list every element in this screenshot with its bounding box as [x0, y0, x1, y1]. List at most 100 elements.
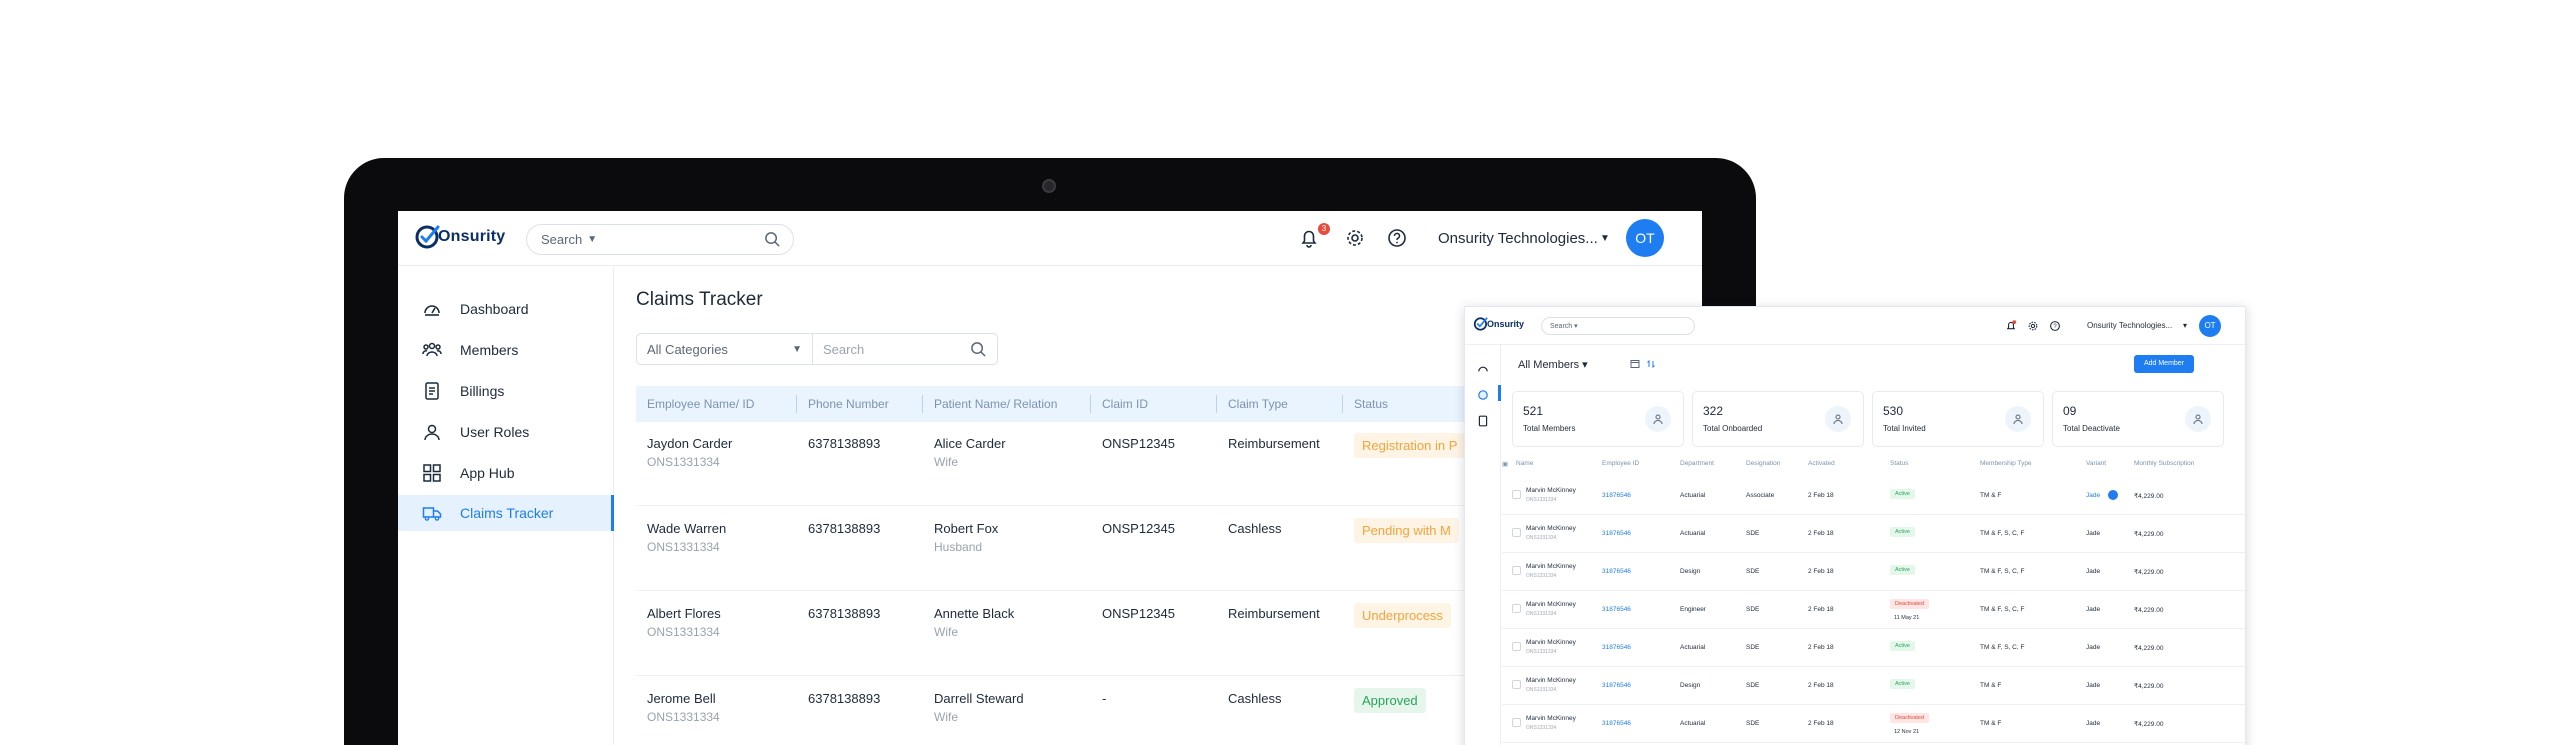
variant: Jade: [2086, 568, 2101, 575]
variant: Jade: [2086, 720, 2101, 727]
sidebar-item-app-hub[interactable]: App Hub: [398, 455, 614, 491]
member-sub-id: ONS1331334: [1526, 611, 1557, 617]
variant[interactable]: Jade: [2086, 492, 2100, 499]
table-row[interactable]: Marvin McKinney ONS1331334 31876546 Engi…: [1502, 591, 2245, 629]
column-header[interactable]: Variant: [2086, 460, 2106, 467]
column-header[interactable]: Employee Name/ ID: [647, 397, 754, 411]
employee-id-link[interactable]: 31876546: [1602, 568, 1631, 575]
department: Design: [1680, 568, 1701, 575]
stat-card[interactable]: 521 Total Members: [1512, 391, 1684, 447]
table-row[interactable]: Marvin McKinney ONS1331334 31876546 Desi…: [1502, 667, 2245, 705]
category-select[interactable]: All Categories ▼: [637, 334, 813, 364]
help-icon[interactable]: ?: [2049, 320, 2061, 332]
search-scope-label[interactable]: Search: [541, 232, 582, 247]
column-header[interactable]: Designation: [1746, 460, 1780, 467]
row-checkbox[interactable]: [1512, 718, 1521, 727]
employee-id: ONS1331334: [647, 540, 720, 554]
chevron-down-icon[interactable]: ▼: [1600, 233, 1610, 244]
column-header[interactable]: Claim Type: [1228, 397, 1288, 411]
chevron-down-icon: ▼: [792, 343, 802, 355]
column-header[interactable]: Patient Name/ Relation: [934, 397, 1057, 411]
category-select-value: All Categories: [647, 341, 728, 357]
table-row[interactable]: Marvin McKinney ONS1331334 31876546 Actu…: [1502, 705, 2245, 743]
sidebar-item-dashboard[interactable]: Dashboard: [398, 291, 614, 327]
sidebar-item-claims-tracker[interactable]: Claims Tracker: [398, 495, 614, 531]
billings-icon[interactable]: [1477, 415, 1489, 427]
activated-date: 2 Feb 18: [1808, 644, 1834, 651]
stat-card[interactable]: 09 Total Deactivate: [2052, 391, 2224, 447]
row-checkbox[interactable]: [1512, 566, 1521, 575]
monthly-subscription: ₹4,229.00: [2134, 683, 2164, 690]
calendar-icon[interactable]: [1630, 359, 1640, 369]
column-header[interactable]: Membership Type: [1980, 460, 2032, 467]
gear-icon[interactable]: [2027, 320, 2039, 332]
member-name: Marvin McKinney: [1526, 601, 1576, 608]
chevron-down-icon[interactable]: ▾: [2183, 321, 2187, 330]
table-row[interactable]: Marvin McKinney ONS1331334 31876546 Actu…: [1502, 477, 2245, 515]
employee-id-link[interactable]: 31876546: [1602, 682, 1631, 689]
column-header[interactable]: Status: [1890, 460, 1908, 467]
sidebar-item-members[interactable]: Members: [398, 332, 614, 368]
column-header[interactable]: Department: [1680, 460, 1714, 467]
table-row[interactable]: Marvin McKinney ONS1331334 31876546 Desi…: [1502, 553, 2245, 591]
stat-value: 530: [1883, 404, 1904, 418]
employee-id-link[interactable]: 31876546: [1602, 644, 1631, 651]
claims-search-input[interactable]: Search: [813, 334, 997, 364]
company-switcher[interactable]: Onsurity Technologies...: [1438, 230, 1598, 247]
stat-card[interactable]: 530 Total Invited: [1872, 391, 2044, 447]
row-checkbox[interactable]: [1512, 642, 1521, 651]
row-checkbox[interactable]: [1512, 604, 1521, 613]
company-switcher[interactable]: Onsurity Technologies...: [2087, 321, 2172, 330]
employee-id-link[interactable]: 31876546: [1602, 606, 1631, 613]
members-window: Onsurity Search ▾ ? Onsurity Technologie…: [1464, 306, 2246, 745]
column-header[interactable]: Claim ID: [1102, 397, 1148, 411]
search-icon[interactable]: [764, 231, 781, 248]
patient-name: Darrell Steward: [934, 691, 1024, 706]
column-header[interactable]: Monthly Subscription: [2134, 460, 2194, 467]
variant: Jade: [2086, 682, 2101, 689]
department: Actuarial: [1680, 720, 1706, 727]
members-filter-select[interactable]: All Members ▾: [1518, 358, 1588, 371]
stat-card[interactable]: 322 Total Onboarded: [1692, 391, 1864, 447]
row-checkbox[interactable]: [1512, 528, 1521, 537]
row-checkbox[interactable]: [1512, 680, 1521, 689]
brand-logo[interactable]: Onsurity: [1473, 316, 1524, 332]
search-bar[interactable]: Search ▾: [1541, 317, 1695, 335]
brand-logo[interactable]: Onsurity: [414, 223, 505, 251]
designation: Associate: [1746, 492, 1775, 499]
bell-icon[interactable]: [2005, 320, 2017, 332]
avatar[interactable]: OT: [2199, 315, 2221, 337]
employee-id-link[interactable]: 31876546: [1602, 492, 1631, 499]
info-icon[interactable]: [2108, 490, 2118, 500]
table-row[interactable]: Marvin McKinney ONS1331334 31876546 Actu…: [1502, 629, 2245, 667]
bell-icon[interactable]: [1298, 227, 1320, 249]
add-member-button[interactable]: Add Member: [2134, 355, 2194, 373]
help-icon[interactable]: [1386, 227, 1408, 249]
search-bar[interactable]: Search ▼: [526, 224, 794, 255]
member-sub-id: ONS1331334: [1526, 573, 1557, 579]
stat-value: 322: [1703, 404, 1724, 418]
column-header[interactable]: Phone Number: [808, 397, 889, 411]
gear-icon[interactable]: [1344, 227, 1366, 249]
dashboard-icon[interactable]: [1477, 363, 1489, 375]
column-header[interactable]: Name: [1516, 460, 1533, 467]
status-badge: Deactivated: [1890, 599, 1930, 609]
column-header[interactable]: Employee ID: [1602, 460, 1639, 467]
select-all-icon[interactable]: ▣: [1502, 460, 1508, 468]
avatar[interactable]: OT: [1626, 219, 1664, 257]
sort-icon[interactable]: [1646, 359, 1656, 369]
column-header[interactable]: Activated: [1808, 460, 1835, 467]
status-badge: Deactivated: [1890, 713, 1930, 723]
row-checkbox[interactable]: [1512, 490, 1521, 499]
search-icon[interactable]: [970, 341, 987, 358]
sidebar-item-user-roles[interactable]: User Roles: [398, 414, 614, 450]
members-icon[interactable]: [1477, 389, 1489, 401]
activated-date: 2 Feb 18: [1808, 530, 1834, 537]
sidebar-item-label: Members: [460, 342, 519, 358]
sidebar-item-billings[interactable]: Billings: [398, 373, 614, 409]
employee-id-link[interactable]: 31876546: [1602, 530, 1631, 537]
table-row[interactable]: Marvin McKinney ONS1331334 31876546 Actu…: [1502, 515, 2245, 553]
column-header[interactable]: Status: [1354, 397, 1388, 411]
employee-id-link[interactable]: 31876546: [1602, 720, 1631, 727]
patient-relation: Husband: [934, 540, 983, 554]
